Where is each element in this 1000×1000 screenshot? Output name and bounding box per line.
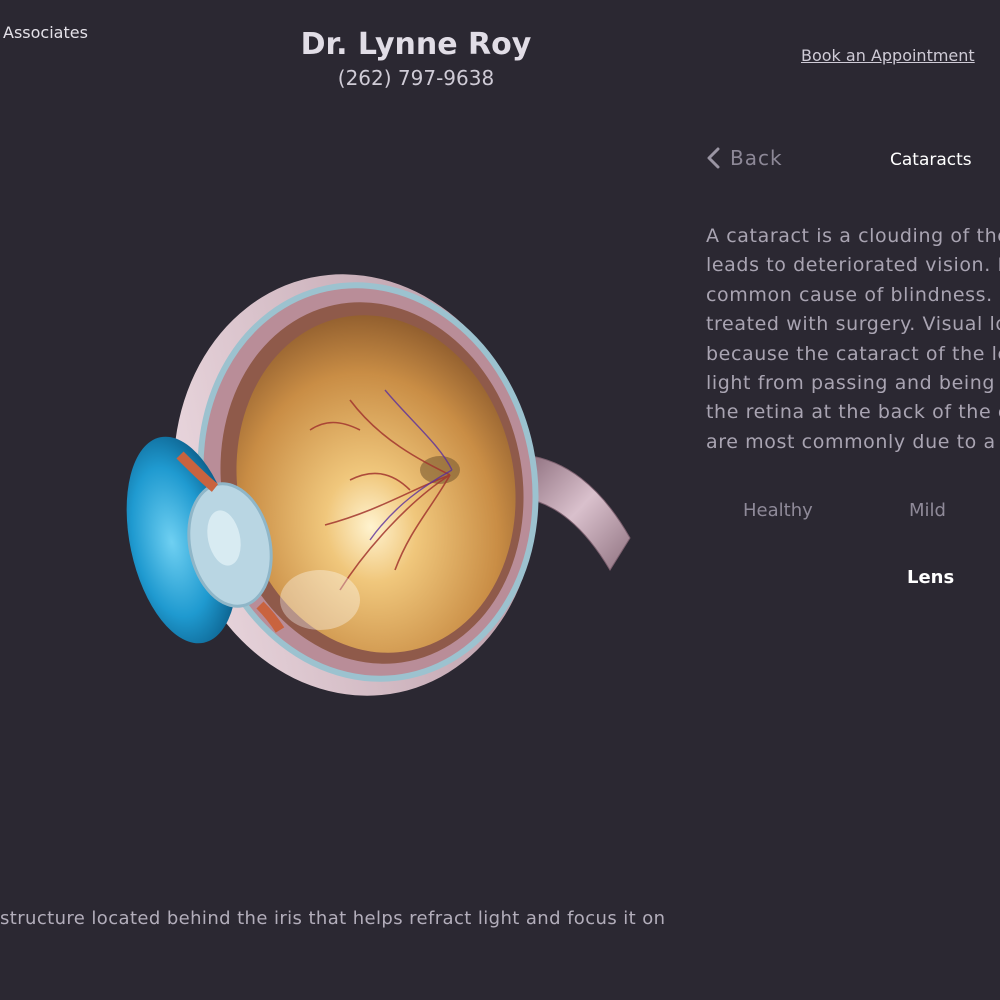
- description-line: leads to deteriorated vision. I: [706, 254, 1000, 277]
- condition-nav: Back Cataracts: [706, 146, 1000, 176]
- tab-mild[interactable]: Mild: [909, 500, 946, 521]
- page: Associates Dr. Lynne Roy (262) 797-9638 …: [0, 0, 1000, 1000]
- book-appointment-link[interactable]: Book an Appointment: [801, 46, 975, 65]
- selected-part-label: Lens: [907, 567, 955, 588]
- tab-healthy[interactable]: Healthy: [743, 500, 813, 521]
- description-line: common cause of blindness.: [706, 283, 993, 306]
- description-line: because the cataract of the le: [706, 342, 1000, 365]
- eye-3d-model[interactable]: [110, 270, 640, 710]
- condition-description: A cataract is a clouding of the leads to…: [706, 222, 1000, 457]
- brand-name[interactable]: Associates: [3, 23, 88, 42]
- doctor-name: Dr. Lynne Roy: [300, 27, 532, 62]
- doctor-phone[interactable]: (262) 797-9638: [316, 64, 516, 92]
- doctor-header: Dr. Lynne Roy (262) 797-9638: [301, 26, 532, 92]
- description-line: are most commonly due to a: [706, 430, 996, 453]
- description-line: the retina at the back of the e: [706, 401, 1000, 424]
- back-label: Back: [730, 146, 783, 170]
- chevron-left-icon: [706, 147, 720, 169]
- section-title: Cataracts: [890, 150, 972, 170]
- description-line: light from passing and being: [706, 372, 996, 395]
- description-line: A cataract is a clouding of the: [706, 225, 1000, 247]
- back-button[interactable]: Back: [706, 146, 783, 170]
- part-caption: structure located behind the iris that h…: [0, 908, 666, 929]
- description-line: treated with surgery. Visual lo: [706, 313, 1000, 336]
